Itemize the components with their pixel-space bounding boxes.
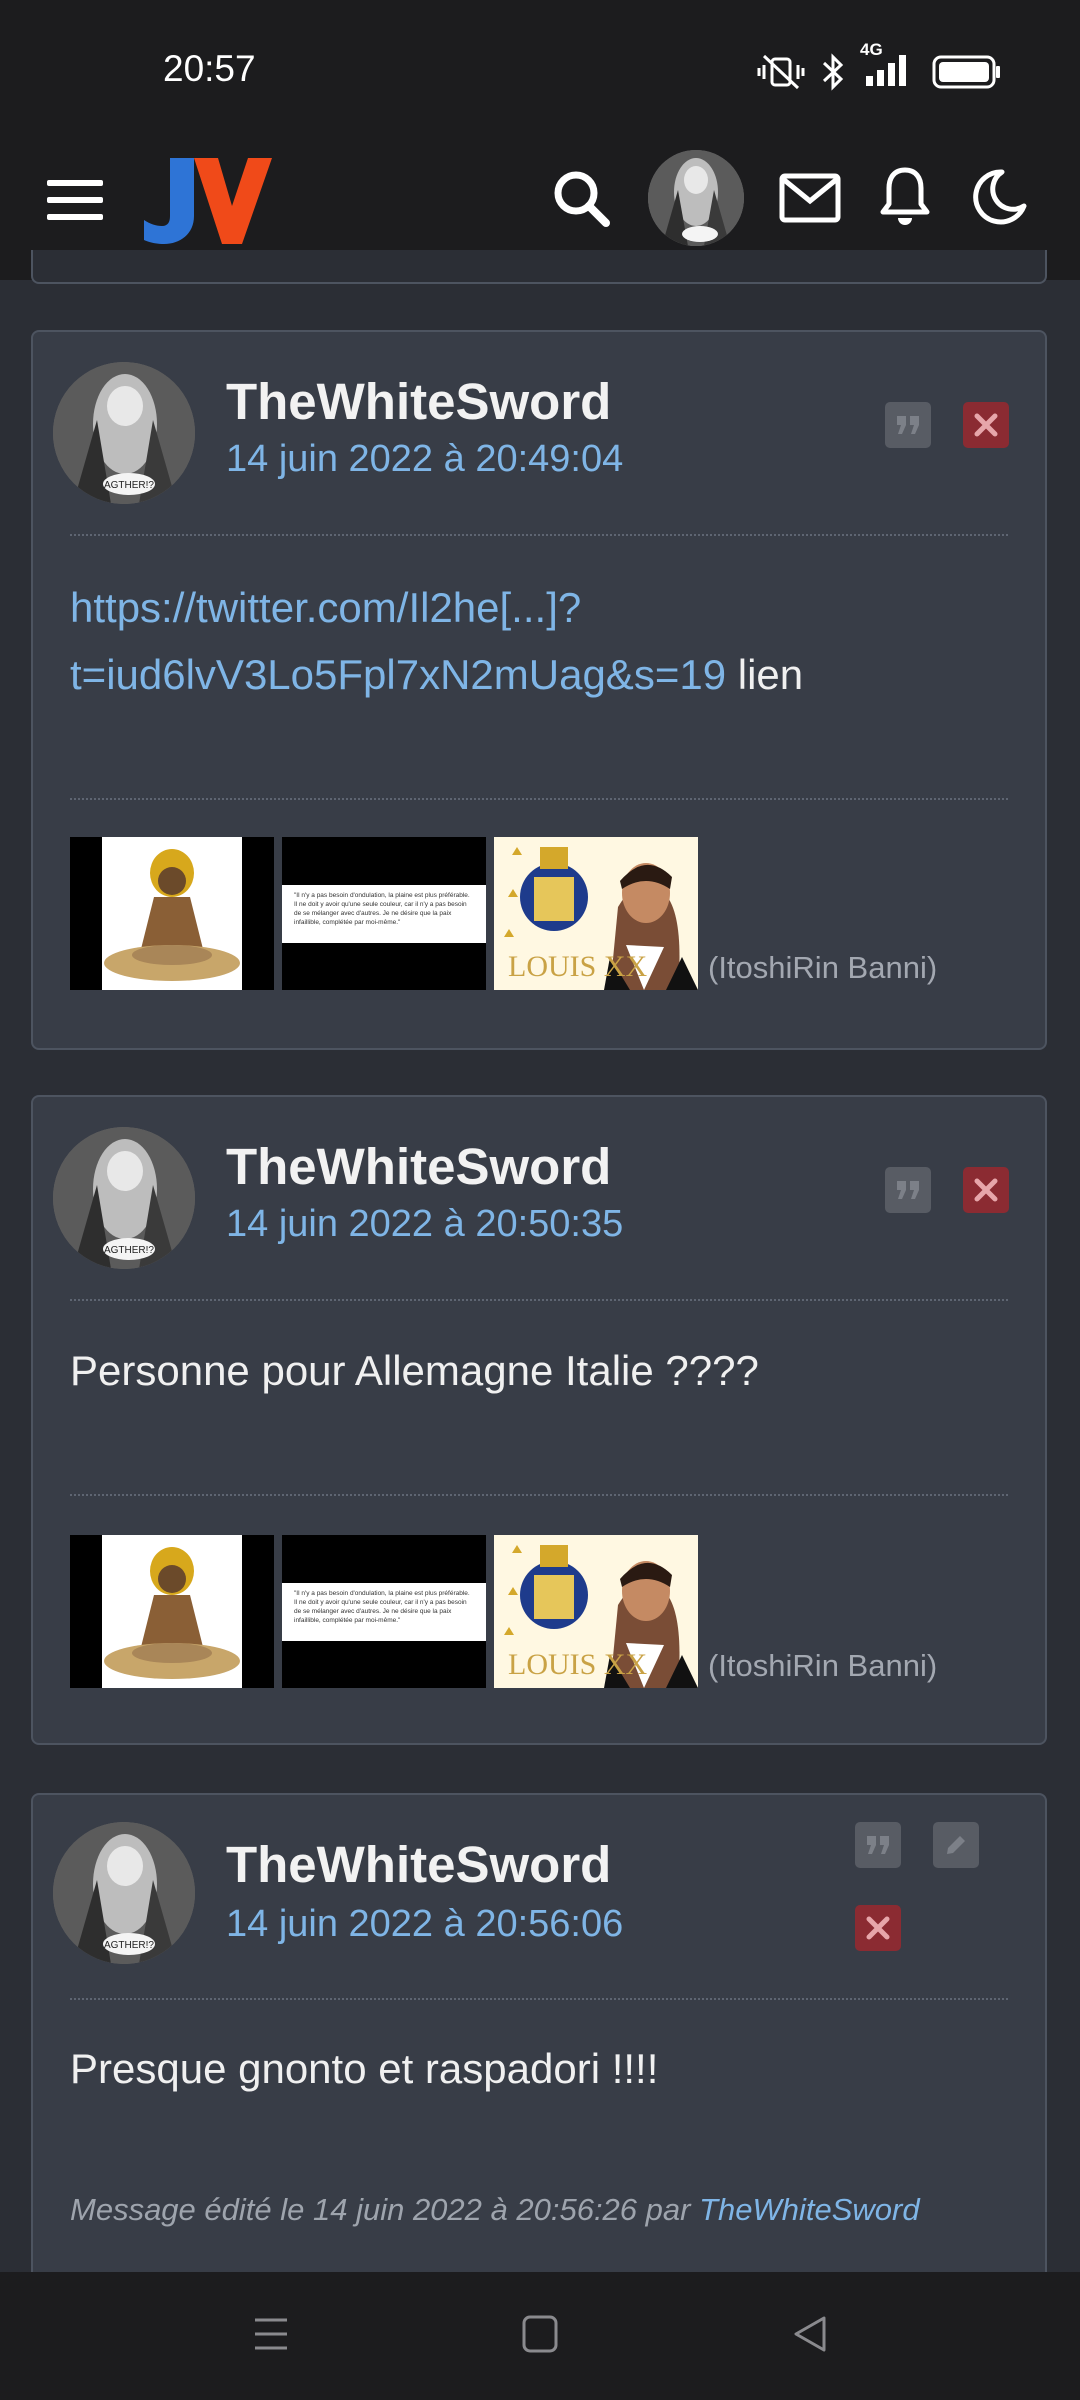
delete-button[interactable] [963,1167,1009,1213]
edited-notice: Message édité le 14 juin 2022 à 20:56:26… [70,2192,920,2228]
battery-icon [932,55,1000,88]
post-card: AGTHER!? TheWhiteSword 14 juin 2022 à 20… [31,1095,1047,1745]
post-author[interactable]: TheWhiteSword [226,1835,611,1894]
post-date[interactable]: 14 juin 2022 à 20:49:04 [226,438,623,481]
quote-button[interactable] [855,1822,901,1868]
bell-icon[interactable] [880,166,930,228]
status-bar: 20:57 4G [0,0,1080,118]
signature-separator [70,1494,1008,1496]
avatar-caption: AGTHER!? [104,480,154,491]
system-navigation-bar [0,2272,1080,2400]
signal-icon: 4G [860,40,918,93]
avatar[interactable] [648,150,744,246]
post-body: Presque gnonto et raspadori !!!! [70,2045,659,2092]
menu-icon[interactable] [47,178,103,222]
signature-image-quote: "Il n'y a pas besoin d'ondulation, la pl… [282,1535,486,1688]
pencil-icon [947,1836,965,1854]
post-author[interactable]: TheWhiteSword [226,372,611,431]
status-icons: 4G [756,40,1002,93]
post-text: lien [726,651,804,698]
post-separator [70,1998,1008,2000]
post-body: Personne pour Allemagne Italie ???? [70,1347,759,1394]
avatar-caption: AGTHER!? [104,1940,154,1951]
jv-logo[interactable] [144,150,272,246]
network-type: 4G [860,40,883,59]
quote-icon [897,1181,919,1199]
delete-button[interactable] [855,1905,901,1951]
moon-icon[interactable] [972,168,1028,226]
search-icon[interactable] [553,170,611,228]
back-icon[interactable] [790,2314,830,2354]
quote-icon [897,416,919,434]
bluetooth-icon [822,52,844,91]
quote-button[interactable] [885,1167,931,1213]
post-avatar[interactable]: AGTHER!? [53,1127,195,1269]
louis-xx-label: LOUIS XX [508,1648,648,1681]
signature-image-gold-figure [70,837,274,990]
home-icon[interactable] [521,2314,559,2354]
signature-image-quote: "Il n'y a pas besoin d'ondulation, la pl… [282,837,486,990]
louis-xx-label: LOUIS XX [508,950,648,983]
post-avatar[interactable]: AGTHER!? [53,1822,195,1964]
quote-image-text: "Il n'y a pas besoin d'ondulation, la pl… [282,885,486,943]
avatar-caption: AGTHER!? [104,1245,154,1256]
signature-separator [70,798,1008,800]
close-icon [974,413,998,437]
quote-image-text: "Il n'y a pas besoin d'ondulation, la pl… [282,1583,486,1641]
post-separator [70,534,1008,536]
post-body: https://twitter.com/Il2he[...]? t=iud6lv… [70,574,1015,708]
signature-note: (ItoshiRin Banni) [708,1648,938,1683]
signature-image-gold-figure [70,1535,274,1688]
quote-button[interactable] [885,402,931,448]
twitter-link-continued[interactable]: t=iud6lvV3Lo5Fpl7xN2mUag&s=19 [70,651,726,698]
close-icon [974,1178,998,1202]
quote-icon [867,1836,889,1854]
edited-by-link[interactable]: TheWhiteSword [699,2192,920,2227]
delete-button[interactable] [963,402,1009,448]
vibrate-off-icon [757,54,805,89]
edited-text: Message édité le 14 juin 2022 à 20:56:26… [70,2192,700,2227]
recent-apps-icon[interactable] [251,2314,291,2354]
post-avatar[interactable]: AGTHER!? [53,362,195,504]
signature-image-louis-xx: LOUIS XX [494,1535,698,1688]
post-card: AGTHER!? TheWhiteSword 14 juin 2022 à 20… [31,330,1047,1050]
previous-post-card-edge [31,250,1047,284]
signature-image-louis-xx: LOUIS XX [494,837,698,990]
post-date[interactable]: 14 juin 2022 à 20:56:06 [226,1903,623,1946]
post-card: AGTHER!? TheWhiteSword 14 juin 2022 à 20… [31,1793,1047,2293]
status-time: 20:57 [163,48,256,89]
post-separator [70,1299,1008,1301]
post-date[interactable]: 14 juin 2022 à 20:50:35 [226,1203,623,1246]
mail-icon[interactable] [779,173,841,223]
post-signature: "Il n'y a pas besoin d'ondulation, la pl… [70,837,937,990]
signature-note: (ItoshiRin Banni) [708,950,938,985]
twitter-link[interactable]: https://twitter.com/Il2he[...]? [70,584,581,631]
post-signature: "Il n'y a pas besoin d'ondulation, la pl… [70,1535,937,1688]
post-author[interactable]: TheWhiteSword [226,1137,611,1196]
edit-button[interactable] [933,1822,979,1868]
close-icon [866,1916,890,1940]
